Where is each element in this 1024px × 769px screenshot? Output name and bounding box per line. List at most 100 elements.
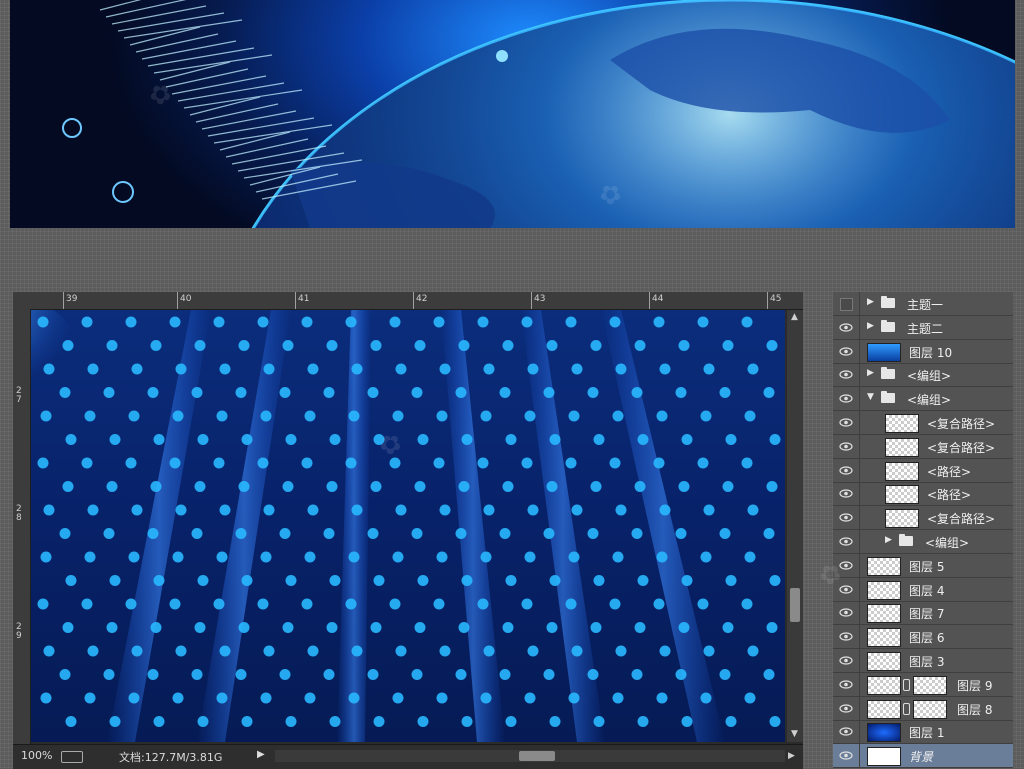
layer-row[interactable]: 图层 5 <box>833 553 1013 578</box>
canvas-dot <box>675 669 687 680</box>
light-beam <box>337 310 371 742</box>
scroll-right-arrow-icon[interactable]: ▶ <box>788 751 795 761</box>
ruler-tick <box>649 292 650 309</box>
horizontal-scrollbar[interactable] <box>275 750 785 762</box>
ruler-number: 2 8 <box>16 504 22 523</box>
layer-name: 图层 10 <box>909 345 953 360</box>
canvas-dot <box>175 363 187 375</box>
layer-row[interactable]: ▶ <编组> <box>833 530 1013 554</box>
eye-icon[interactable] <box>839 440 853 453</box>
canvas-dot <box>87 645 99 657</box>
layer-row[interactable]: <路径> <box>833 458 1013 483</box>
layer-row[interactable]: ▶ 主题一 <box>833 292 1013 316</box>
layer-row[interactable]: 图层 6 <box>833 625 1013 650</box>
column-separator <box>859 530 860 553</box>
eye-icon[interactable] <box>839 583 853 596</box>
eye-icon[interactable] <box>839 678 853 691</box>
canvas-dot <box>329 434 341 445</box>
canvas-dot <box>37 598 49 610</box>
layer-row[interactable]: 图层 4 <box>833 577 1013 602</box>
canvas-dot <box>480 692 492 704</box>
ruler-number: 45 <box>770 294 782 304</box>
eye-icon[interactable] <box>839 630 853 643</box>
layer-thumbnail <box>867 628 901 648</box>
eye-icon[interactable] <box>839 416 853 429</box>
canvas-dot <box>307 504 319 516</box>
layer-row[interactable]: ▶ 主题二 <box>833 315 1013 340</box>
canvas-dot <box>436 692 448 704</box>
canvas-dot <box>351 363 363 375</box>
canvas-dot <box>282 340 294 351</box>
link-icon[interactable] <box>903 702 910 715</box>
banner-preview-image <box>10 0 1015 228</box>
layer-row[interactable]: 图层 8 <box>833 696 1013 721</box>
layer-row[interactable]: 图层 7 <box>833 601 1013 626</box>
canvas-dot <box>197 716 209 727</box>
eye-icon[interactable] <box>839 702 853 715</box>
eye-icon[interactable] <box>839 654 853 667</box>
eye-icon[interactable] <box>839 725 853 738</box>
scroll-up-arrow-icon[interactable]: ▲ <box>791 312 798 322</box>
status-info-icon[interactable] <box>61 751 83 763</box>
canvas-dot <box>590 622 602 633</box>
eye-icon[interactable] <box>839 321 853 334</box>
horizontal-scroll-thumb[interactable] <box>519 751 555 761</box>
eye-icon[interactable] <box>839 487 853 500</box>
layer-row[interactable]: 图层 3 <box>833 649 1013 673</box>
expand-right-icon[interactable]: ▶ <box>867 297 874 307</box>
canvas-dot <box>279 528 291 539</box>
expand-right-icon[interactable]: ▶ <box>867 321 874 331</box>
layer-row[interactable]: 图层 1 <box>833 720 1013 745</box>
visibility-toggle-box[interactable] <box>840 298 853 311</box>
horizontal-ruler[interactable]: 39 40 41 42 43 44 45 <box>30 292 803 310</box>
eye-icon[interactable] <box>839 368 853 381</box>
status-menu-arrow-icon[interactable]: ▶ <box>257 749 265 760</box>
eye-icon[interactable] <box>839 749 853 762</box>
eye-icon[interactable] <box>839 606 853 619</box>
eye-icon[interactable] <box>839 392 853 405</box>
layer-row[interactable]: ▼ <编组> <box>833 387 1013 412</box>
layer-row[interactable]: <复合路径> <box>833 434 1013 459</box>
expand-down-icon[interactable]: ▼ <box>867 392 874 402</box>
canvas-dot <box>653 598 665 610</box>
layer-name: <复合路径> <box>927 512 996 527</box>
canvas-dot <box>741 598 753 610</box>
canvas-dot <box>703 504 715 516</box>
eye-icon[interactable] <box>839 345 853 358</box>
canvas-dot <box>257 598 269 610</box>
canvas-dot <box>766 622 778 633</box>
canvas-dot <box>615 645 627 657</box>
expand-right-icon[interactable]: ▶ <box>885 535 892 545</box>
eye-icon[interactable] <box>839 535 853 548</box>
layer-row[interactable]: 图层 9 <box>833 672 1013 697</box>
layer-row[interactable]: 背景 <box>833 744 1013 769</box>
canvas-dot <box>414 340 426 351</box>
zoom-level[interactable]: 100% <box>21 749 52 762</box>
canvas-dot <box>659 504 671 516</box>
expand-right-icon[interactable]: ▶ <box>867 368 874 378</box>
canvas-dot <box>125 316 137 328</box>
canvas-dot <box>263 504 275 516</box>
layer-row[interactable]: <复合路径> <box>833 506 1013 531</box>
layer-name: <路径> <box>927 488 972 503</box>
eye-icon[interactable] <box>839 511 853 524</box>
layer-row[interactable]: 图层 10 <box>833 339 1013 364</box>
scroll-down-arrow-icon[interactable]: ▼ <box>791 729 798 739</box>
layer-row[interactable]: <路径> <box>833 482 1013 507</box>
vertical-scroll-thumb[interactable] <box>790 588 800 622</box>
ruler-number: 40 <box>180 294 192 304</box>
canvas-dot <box>637 434 649 445</box>
vertical-scrollbar[interactable]: ▲ ▼ <box>787 310 803 742</box>
canvas-dot <box>612 692 624 704</box>
link-icon[interactable] <box>903 678 910 691</box>
eye-icon[interactable] <box>839 464 853 477</box>
layer-row[interactable]: ▶ <编组> <box>833 363 1013 388</box>
column-separator <box>859 601 860 625</box>
document-canvas[interactable] <box>31 310 785 742</box>
column-separator <box>859 744 860 768</box>
canvas-dot <box>763 669 775 680</box>
column-separator <box>859 411 860 434</box>
eye-icon[interactable] <box>839 559 853 572</box>
vertical-ruler[interactable]: 2 7 2 8 2 9 <box>13 309 31 745</box>
layer-row[interactable]: <复合路径> <box>833 411 1013 435</box>
